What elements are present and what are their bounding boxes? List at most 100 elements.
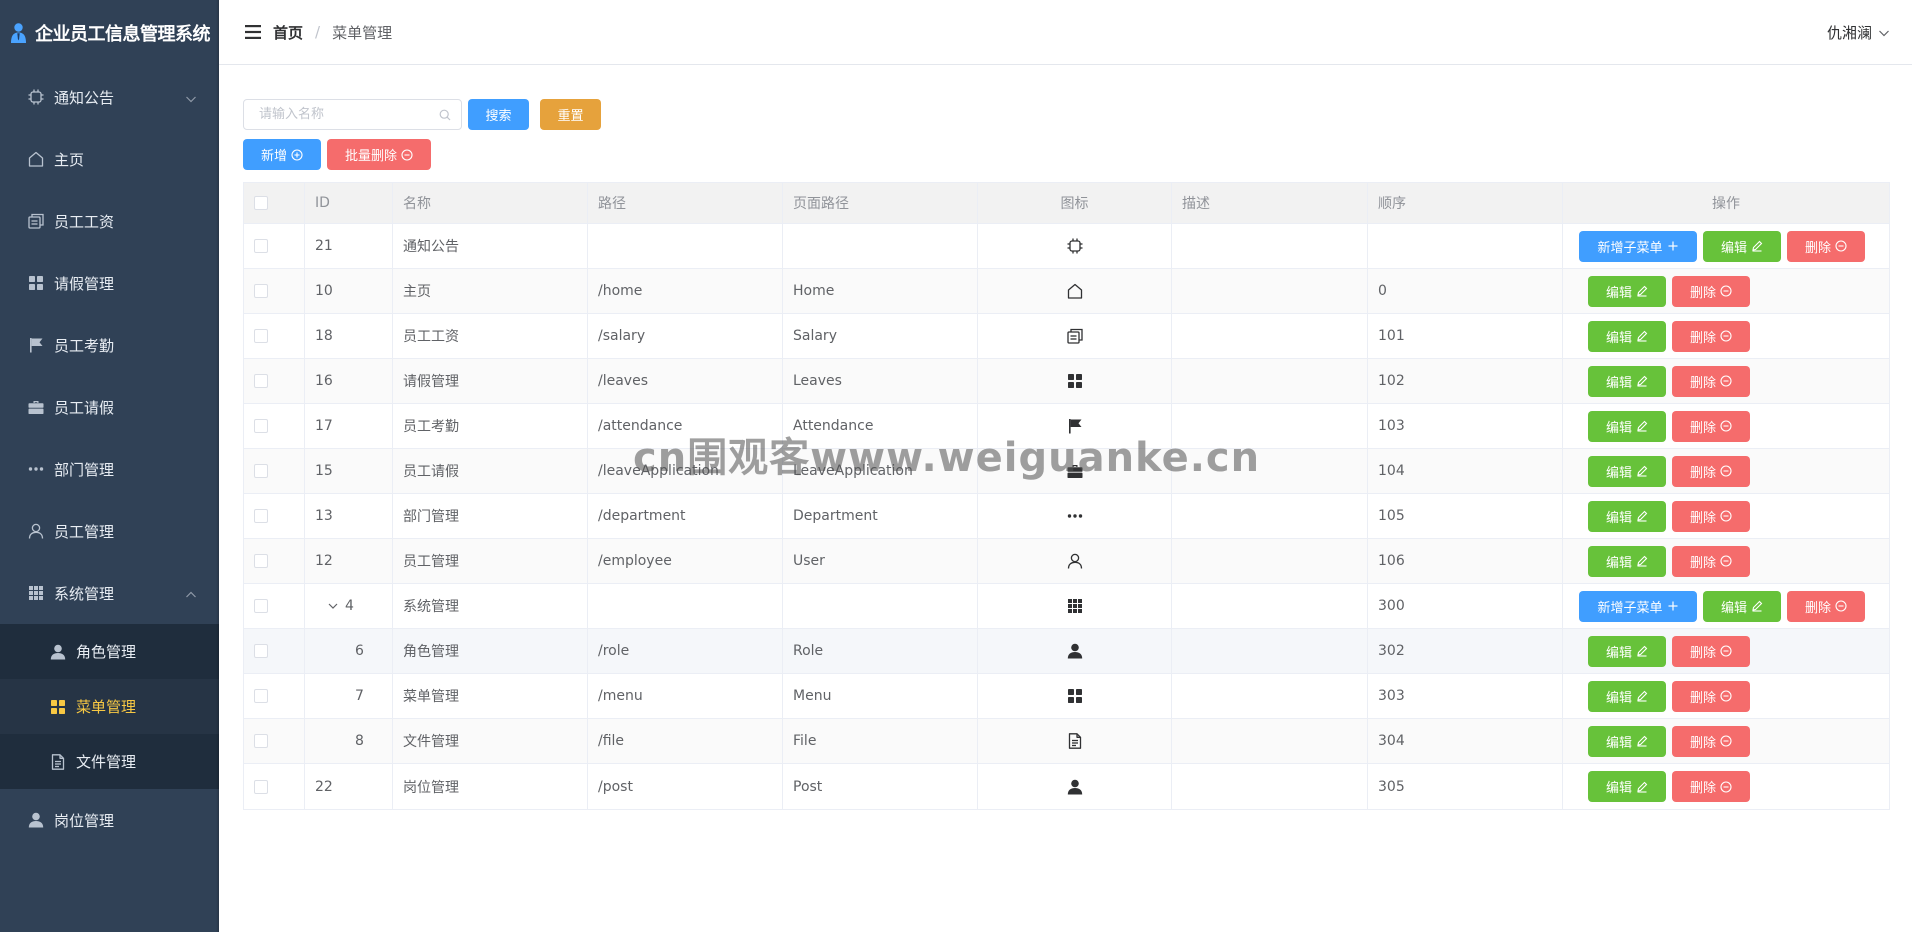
row-checkbox[interactable] (254, 239, 268, 253)
row-checkbox[interactable] (254, 599, 268, 613)
delete-label: 删除 (1689, 555, 1716, 571)
delete-button[interactable]: 删除 (1672, 275, 1750, 307)
hamburger-icon[interactable] (245, 25, 261, 39)
edit-button[interactable]: 编辑 (1588, 771, 1666, 802)
edit-label: 编辑 (1605, 555, 1632, 571)
add-button[interactable]: 新增 (243, 139, 321, 170)
row-checkbox[interactable] (254, 689, 268, 703)
cell-name: 请假管理 (393, 359, 588, 403)
edit-label: 编辑 (1605, 510, 1632, 526)
edit-button[interactable]: 编辑 (1588, 500, 1666, 532)
edit-label: 编辑 (1720, 600, 1747, 616)
search-input[interactable] (244, 100, 461, 129)
delete-button[interactable]: 删除 (1787, 590, 1865, 622)
row-checkbox[interactable] (254, 554, 268, 568)
search-field[interactable] (243, 99, 462, 130)
cell-page-path: Menu (783, 674, 978, 718)
edit-button[interactable]: 编辑 (1588, 275, 1666, 307)
cell-order: 305 (1368, 764, 1563, 809)
cell-description (1172, 269, 1368, 313)
reset-button[interactable]: 重置 (540, 99, 601, 130)
batch-delete-button[interactable]: 批量删除 (327, 139, 431, 170)
table-row: 17 员工考勤/attendance Attendance 103 编辑 删除 (244, 404, 1889, 449)
delete-button[interactable]: 删除 (1672, 680, 1750, 712)
circle-minus-icon (1716, 735, 1732, 747)
add-child-menu-button[interactable]: 新增子菜单 (1579, 230, 1697, 262)
row-checkbox[interactable] (254, 374, 268, 388)
edit-button[interactable]: 编辑 (1588, 635, 1666, 667)
row-checkbox[interactable] (254, 464, 268, 478)
delete-button[interactable]: 删除 (1672, 500, 1750, 532)
delete-label: 删除 (1804, 240, 1831, 256)
cell-order: 302 (1368, 629, 1563, 673)
sidebar-item[interactable]: 员工考勤 (0, 314, 219, 376)
row-select-cell (244, 674, 305, 718)
sidebar-item[interactable]: 菜单管理 (0, 679, 219, 734)
circle-minus-icon (1716, 465, 1732, 477)
cell-icon (978, 494, 1172, 538)
row-checkbox[interactable] (254, 284, 268, 298)
edit-button[interactable]: 编辑 (1588, 725, 1666, 757)
edit-button[interactable]: 编辑 (1588, 455, 1666, 487)
cell-description (1172, 629, 1368, 673)
sidebar-item[interactable]: 文件管理 (0, 734, 219, 789)
delete-button[interactable]: 删除 (1672, 365, 1750, 397)
delete-button[interactable]: 删除 (1672, 320, 1750, 352)
sidebar-item[interactable]: 员工工资 (0, 190, 219, 252)
sidebar-item[interactable]: 请假管理 (0, 252, 219, 314)
sidebar-item[interactable]: 主页 (0, 128, 219, 190)
cell-description (1172, 314, 1368, 358)
add-button-label: 新增 (260, 149, 287, 164)
sidebar-item[interactable]: 通知公告 (0, 66, 219, 128)
cell-id: 21 (305, 224, 393, 268)
row-checkbox[interactable] (254, 779, 268, 794)
row-checkbox[interactable] (254, 734, 268, 748)
user-dropdown[interactable]: 仇湘澜 (1827, 22, 1890, 43)
delete-button[interactable]: 删除 (1672, 635, 1750, 667)
sidebar-item[interactable]: 员工请假 (0, 376, 219, 438)
sidebar-item[interactable]: 部门管理 (0, 438, 219, 500)
logo[interactable]: 企业员工信息管理系统 (0, 0, 219, 66)
sidebar-item[interactable]: 岗位管理 (0, 789, 219, 851)
edit-button[interactable]: 编辑 (1703, 590, 1781, 622)
edit-label: 编辑 (1605, 735, 1632, 751)
select-all-checkbox[interactable] (254, 196, 268, 210)
edit-button[interactable]: 编辑 (1588, 365, 1666, 397)
search-button[interactable]: 搜索 (468, 99, 529, 130)
delete-button[interactable]: 删除 (1672, 771, 1750, 802)
delete-button[interactable]: 删除 (1672, 455, 1750, 487)
row-checkbox[interactable] (254, 329, 268, 343)
row-checkbox[interactable] (254, 419, 268, 433)
cell-page-path: Salary (783, 314, 978, 358)
delete-button[interactable]: 删除 (1672, 545, 1750, 577)
expand-toggle-icon[interactable] (327, 600, 339, 612)
cell-id: 8 (305, 719, 393, 763)
sidebar-item[interactable]: 角色管理 (0, 624, 219, 679)
edit-button[interactable]: 编辑 (1588, 320, 1666, 352)
row-actions: 新增子菜单 编辑 删除 (1579, 590, 1865, 622)
cell-name: 岗位管理 (393, 764, 588, 809)
table-row: 16 请假管理/leaves Leaves 102 编辑 删除 (244, 359, 1889, 404)
delete-button[interactable]: 删除 (1672, 410, 1750, 442)
edit-button[interactable]: 编辑 (1703, 230, 1781, 262)
edit-button[interactable]: 编辑 (1588, 545, 1666, 577)
add-child-menu-button[interactable]: 新增子菜单 (1579, 590, 1697, 622)
edit-button[interactable]: 编辑 (1588, 410, 1666, 442)
cell-path: /file (588, 719, 783, 763)
sidebar-item-label: 员工工资 (54, 212, 115, 231)
edit-button[interactable]: 编辑 (1588, 680, 1666, 712)
breadcrumb-home[interactable]: 首页 (273, 22, 303, 43)
edit-label: 编辑 (1605, 645, 1632, 661)
table-header-row: ID 名称 路径 页面路径 图标 描述 顺序 操作 (244, 183, 1889, 224)
delete-button[interactable]: 删除 (1672, 725, 1750, 757)
delete-button[interactable]: 删除 (1787, 230, 1865, 262)
delete-label: 删除 (1804, 600, 1831, 616)
row-checkbox[interactable] (254, 644, 268, 658)
cell-description (1172, 719, 1368, 763)
sidebar-item[interactable]: 系统管理 (0, 562, 219, 624)
app-title: 企业员工信息管理系统 (35, 24, 211, 45)
row-checkbox[interactable] (254, 509, 268, 523)
sidebar-item[interactable]: 员工管理 (0, 500, 219, 562)
content-area: 搜索 重置 新增 批量删除 (243, 99, 1890, 170)
search-toolbar: 搜索 重置 (243, 99, 1890, 130)
